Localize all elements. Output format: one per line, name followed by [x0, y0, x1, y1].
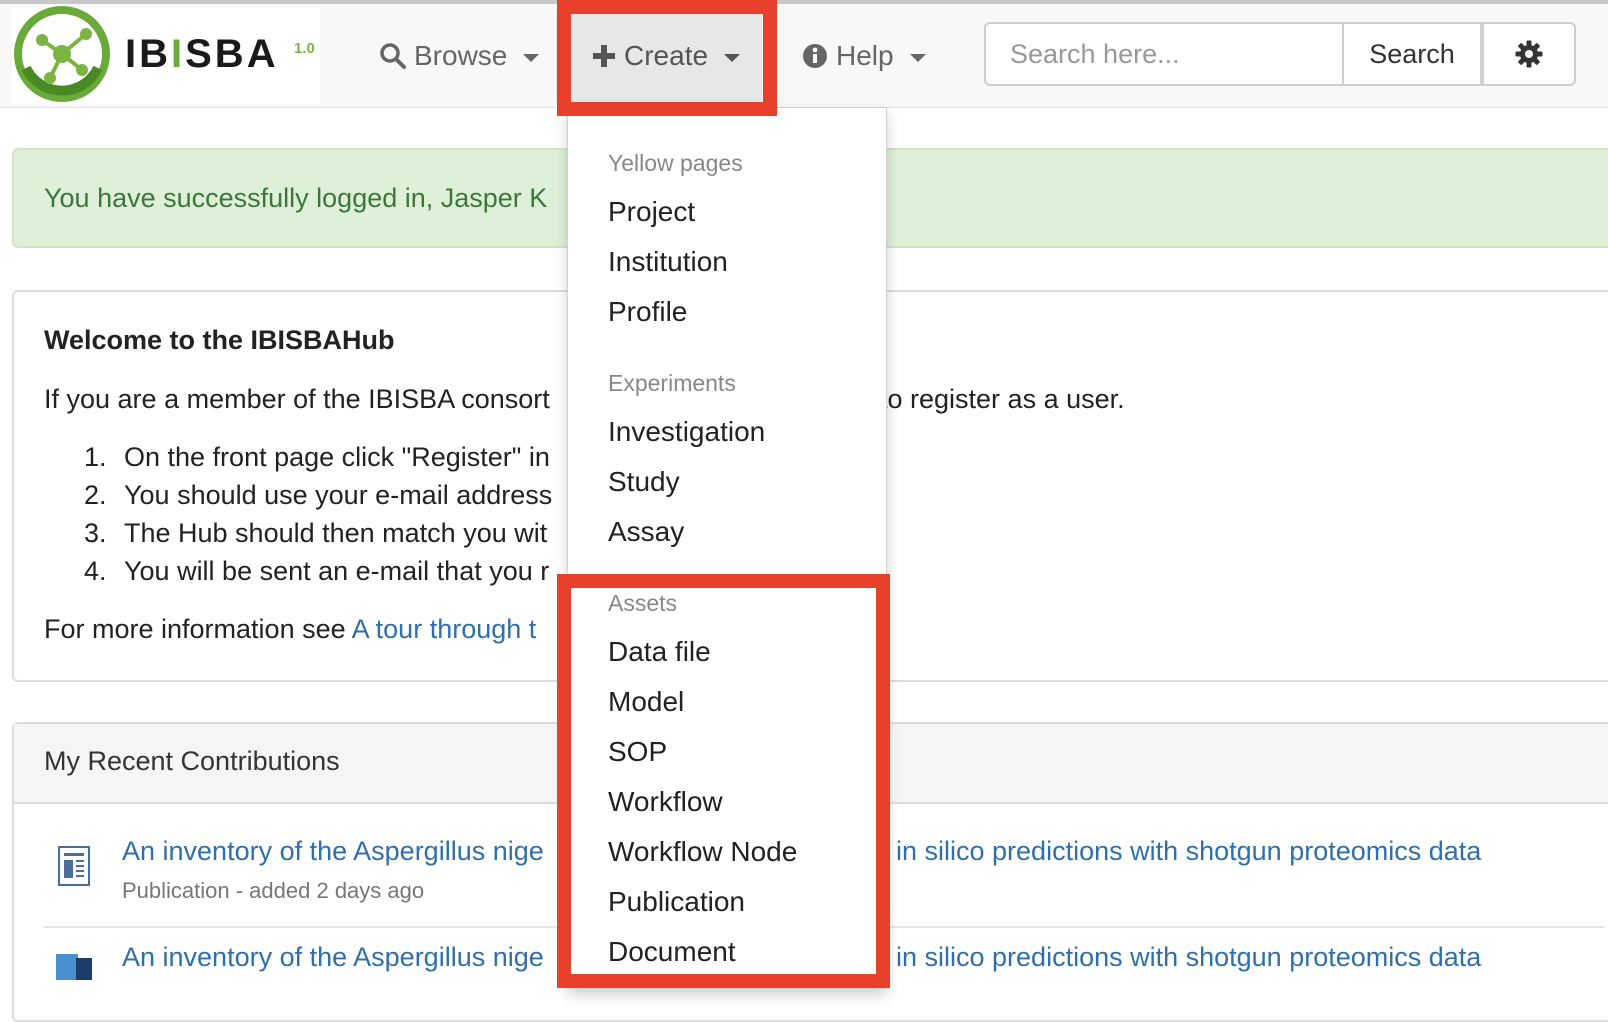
more-info-prefix: For more information see [44, 614, 352, 644]
brand-version: 1.0 [294, 40, 315, 57]
nav-help[interactable]: Help [802, 38, 926, 74]
document-icon [56, 954, 92, 980]
menu-header-experiments: Experiments [608, 370, 736, 396]
search-input[interactable] [984, 22, 1344, 86]
step-text: On the front page click "Register" in [124, 442, 550, 472]
contribution-link-tail[interactable]: in silico predictions with shotgun prote… [896, 942, 1481, 973]
step-text: You will be sent an e-mail that you r [124, 556, 550, 586]
welcome-intro-tail: to register as a user. [880, 384, 1125, 414]
contribution-link-tail[interactable]: in silico predictions with shotgun prote… [896, 836, 1481, 867]
menu-item-study[interactable]: Study [608, 466, 680, 498]
step-number: 4. [84, 556, 107, 586]
nav-browse[interactable]: Browse [380, 38, 540, 74]
search-icon [380, 43, 406, 69]
welcome-title: Welcome to the IBISBAHub [44, 325, 395, 355]
step-text: You should use your e-mail address [124, 480, 553, 510]
menu-item-investigation[interactable]: Investigation [608, 416, 765, 448]
more-info-text: For more information see A tour through … [44, 614, 536, 645]
settings-button[interactable] [1482, 22, 1576, 86]
highlight-create-box [557, 0, 777, 116]
alert-message: You have successfully logged in, Jasper … [44, 183, 548, 213]
step-number: 2. [84, 480, 107, 510]
welcome-intro: If you are a member of the IBISBA consor… [44, 384, 550, 414]
publication-icon [58, 846, 90, 886]
highlight-assets-box [557, 574, 890, 988]
chevron-down-icon [909, 54, 926, 62]
nav-help-label: Help [836, 40, 894, 71]
logo-icon [14, 6, 110, 102]
gear-icon [1515, 40, 1543, 68]
contribution-link[interactable]: An inventory of the Aspergillus nige [122, 836, 544, 867]
contribution-link[interactable]: An inventory of the Aspergillus nige [122, 942, 544, 973]
contribution-meta: Publication - added 2 days ago [122, 878, 425, 903]
step-number: 1. [84, 442, 107, 472]
menu-item-profile[interactable]: Profile [608, 296, 687, 328]
chevron-down-icon [523, 54, 540, 62]
panel-title: My Recent Contributions [44, 746, 340, 776]
info-icon [803, 44, 827, 68]
nav-browse-label: Browse [414, 40, 508, 71]
tour-link[interactable]: A tour through t [352, 614, 537, 644]
step-text: The Hub should then match you wit [124, 518, 548, 548]
brand-name: IBISBA [125, 32, 279, 76]
search-button[interactable]: Search [1344, 22, 1482, 86]
menu-item-institution[interactable]: Institution [608, 246, 728, 278]
step-number: 3. [84, 518, 107, 548]
menu-item-project[interactable]: Project [608, 196, 695, 228]
menu-item-assay[interactable]: Assay [608, 516, 684, 548]
menu-header-yellow-pages: Yellow pages [608, 150, 743, 176]
